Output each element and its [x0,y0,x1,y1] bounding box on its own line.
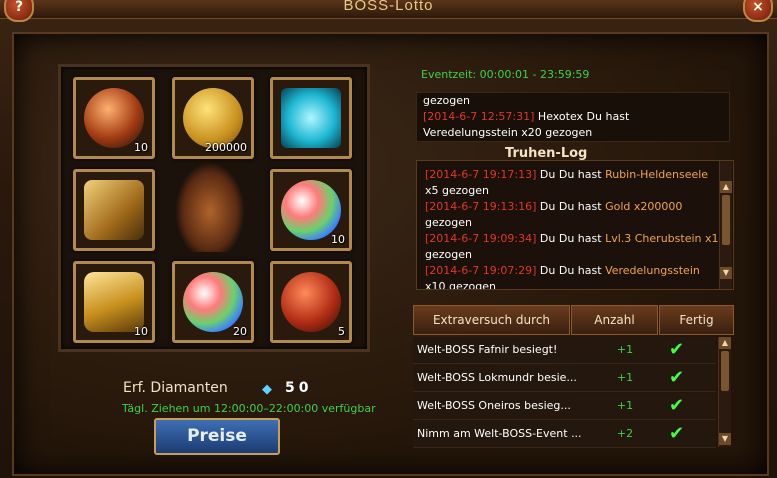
log-line: x5 gezogen [419,183,719,199]
log-text: Veredelungsstein x20 gezogen [423,126,593,139]
reward-slot[interactable] [270,77,352,159]
reward-slot[interactable]: 10 [73,77,155,159]
log-line: [2014-6-7 19:07:29] Du Du hast Veredelun… [419,263,719,279]
slot-count: 20 [233,325,247,338]
rainbow-orb-icon [281,180,341,240]
slot-count: 200000 [205,141,247,154]
header-task: Extraversuch durch [413,305,570,335]
draw-time-info: Tägl. Ziehen um 12:00:00–22:00:00 verfüg… [122,402,376,415]
window-title: BOSS-Lotto [343,0,434,14]
log-text: gezogen [423,94,470,107]
scroll-thumb[interactable] [721,351,729,391]
log-line: x10 gezogen [419,279,719,290]
log-text: Du Du hast [536,232,606,245]
log-item: Gold x200000 [605,200,683,213]
diamond-cost-label: Erf. Diamanten [123,380,228,396]
log-text: Du Du hast [536,168,606,181]
boss-lotto-window: BOSS-Lotto ? × 10 200000 10 10 20 5 Erf.… [0,0,777,478]
task-name: Welt-BOSS Oneiros besieg... [417,399,571,412]
task-name: Nimm am Welt-BOSS-Event ... [417,427,582,440]
log-text: Hexotex Du hast [534,110,630,123]
reward-slot[interactable]: 5 [270,261,352,343]
checkmark-icon: ✔ [669,339,685,360]
log-timestamp: [2014-6-7 12:57:31] [423,110,535,123]
checkmark-icon: ✔ [669,367,685,388]
ore-orb-icon [84,88,144,148]
blue-gem-icon [281,88,341,148]
table-row: Welt-BOSS Oneiros besieg... +1 ✔ [413,393,716,420]
reward-slot[interactable]: 10 [270,169,352,251]
checkmark-icon: ✔ [669,423,685,444]
log-timestamp: [2014-6-7 19:13:16] [425,200,537,213]
diamond-icon: ◆ [262,382,272,397]
log-text: gezogen [425,248,472,261]
log-line: [2014-6-7 19:17:13] Du Du hast Rubin-Hel… [419,167,719,183]
reward-slot[interactable]: 200000 [172,77,254,159]
log-line: [2014-6-7 19:09:34] Du Du hast Lvl.3 Che… [419,231,719,247]
claw-armor-icon [84,180,144,240]
red-ore-orb-icon [281,272,341,332]
prices-button[interactable]: Preise [154,418,280,455]
table-row: Nimm am Welt-BOSS-Event ... +2 ✔ [413,421,716,448]
rainbow-orb-icon [183,272,243,332]
broadcast-log: gezogen [2014-6-7 12:57:31] Hexotex Du h… [416,92,730,142]
event-time: Eventzeit: 00:00:01 - 23:59:59 [421,68,590,81]
task-amount: +2 [616,427,634,440]
log-line: gezogen [419,247,719,263]
chest-log: [2014-6-7 19:17:13] Du Du hast Rubin-Hel… [416,160,734,290]
help-button[interactable]: ? [4,0,34,22]
scroll-down-icon[interactable]: ▼ [719,433,731,445]
log-item: Rubin-Heldenseele [605,168,709,181]
task-amount: +1 [616,343,634,356]
chest-log-scrollbar[interactable]: ▲ ▼ [719,161,732,289]
header-done: Fertig [659,305,734,335]
scroll-down-icon[interactable]: ▼ [720,267,732,279]
slot-count: 5 [338,325,345,338]
dragon-emblem-icon [175,162,245,252]
log-text: x10 gezogen [425,280,496,290]
gold-coin-icon [183,88,243,148]
log-line: [2014-6-7 12:57:31] Hexotex Du hast [417,109,729,125]
log-text: Du Du hast [536,264,606,277]
log-line: gezogen [419,215,719,231]
log-text: gezogen [425,216,472,229]
task-name: Welt-BOSS Lokmundr besie... [417,371,577,384]
log-text: Du Du hast [536,200,606,213]
slot-count: 10 [134,325,148,338]
chest-log-title: Truhen-Log [505,146,588,161]
log-timestamp: [2014-6-7 19:09:34] [425,232,537,245]
reward-slot[interactable]: 20 [172,261,254,343]
log-timestamp: [2014-6-7 19:17:13] [425,168,537,181]
log-line: Veredelungsstein x20 gezogen [417,125,729,141]
header-amount: Anzahl [571,305,658,335]
gold-shield-icon [84,272,144,332]
reward-slot[interactable]: 10 [73,261,155,343]
table-row: Welt-BOSS Fafnir besiegt! +1 ✔ [413,337,716,364]
log-text: x5 gezogen [425,184,489,197]
diamond-cost-value: 50 [285,380,313,396]
log-timestamp: [2014-6-7 19:07:29] [425,264,537,277]
scroll-up-icon[interactable]: ▲ [720,181,732,193]
task-name: Welt-BOSS Fafnir besiegt! [417,343,558,356]
close-button[interactable]: × [743,0,773,22]
table-scrollbar[interactable]: ▲ ▼ [718,337,731,447]
slot-count: 10 [331,233,345,246]
checkmark-icon: ✔ [669,395,685,416]
slot-count: 10 [134,141,148,154]
log-line: gezogen [417,93,729,109]
task-amount: +1 [616,371,634,384]
scroll-up-icon[interactable]: ▲ [719,337,731,349]
table-row: Welt-BOSS Lokmundr besie... +1 ✔ [413,365,716,392]
title-bar: BOSS-Lotto [0,0,777,19]
log-item: Lvl.3 Cherubstein x1 [605,232,719,245]
reward-slot[interactable] [73,169,155,251]
scroll-thumb[interactable] [722,195,730,245]
log-item: Veredelungsstein [605,264,700,277]
task-amount: +1 [616,399,634,412]
log-line: [2014-6-7 19:13:16] Du Du hast Gold x200… [419,199,719,215]
